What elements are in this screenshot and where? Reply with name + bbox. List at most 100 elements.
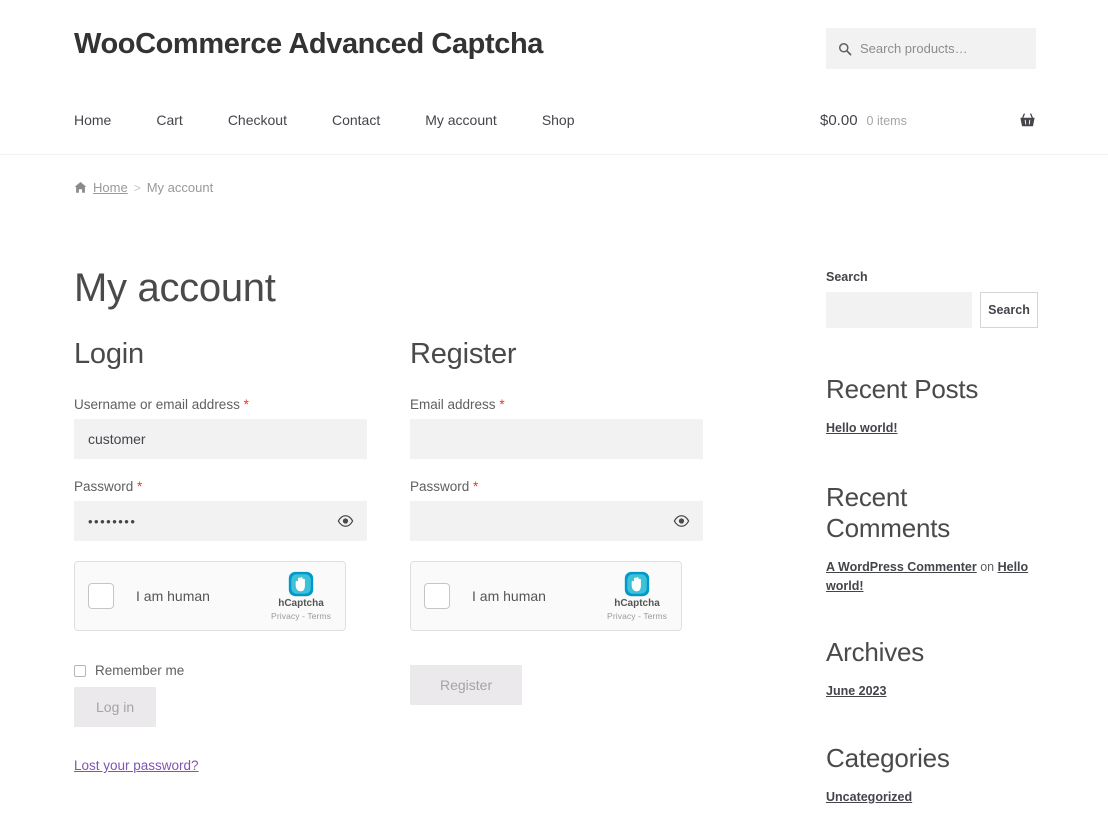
eye-icon[interactable] [673, 513, 690, 530]
remember-me-checkbox[interactable] [74, 664, 86, 677]
recent-comments-list: A WordPress Commenter on Hello world! [826, 558, 1038, 596]
nav-item-shop[interactable]: Shop [542, 112, 575, 128]
eye-icon[interactable] [337, 513, 354, 530]
login-username-input[interactable]: customer [74, 419, 367, 459]
register-password-label: Password * [410, 479, 703, 494]
search-icon [839, 42, 852, 55]
product-search-placeholder: Search products… [860, 41, 968, 56]
widget-archives: Archives June 2023 [826, 637, 1038, 701]
register-email-label: Email address * [410, 397, 703, 412]
widget-categories: Categories Uncategorized [826, 743, 1038, 807]
register-form: Register Email address * Password * I am… [410, 338, 703, 775]
sidebar-search-input[interactable] [826, 292, 972, 328]
breadcrumb-current: My account [146, 180, 214, 195]
list-item: Uncategorized [826, 788, 1038, 807]
required-asterisk: * [137, 479, 143, 494]
header-divider [0, 154, 1108, 155]
hcaptcha-hand-icon [288, 571, 314, 597]
widget-recent-comments: Recent Comments A WordPress Commenter on… [826, 482, 1038, 596]
login-button[interactable]: Log in [74, 687, 157, 727]
login-username-value: customer [88, 431, 146, 447]
hcaptcha-checkbox[interactable] [424, 583, 450, 609]
login-password-label-text: Password [74, 479, 134, 494]
login-username-label-text: Username or email address [74, 397, 240, 412]
recent-posts-list: Hello world! [826, 419, 1038, 438]
register-email-input[interactable] [410, 419, 703, 459]
register-heading: Register [410, 338, 517, 370]
login-form: Login Username or email address * custom… [74, 338, 367, 775]
nav-item-my-account[interactable]: My account [425, 112, 497, 128]
breadcrumb: Home > My account [74, 180, 213, 195]
sidebar: Search Search Recent Posts Hello world! … [826, 270, 1038, 839]
login-hcaptcha-widget[interactable]: I am human hCaptcha Privacy - Terms [74, 561, 346, 631]
page-title: My account [74, 266, 276, 310]
list-item: Hello world! [826, 419, 1038, 438]
hcaptcha-branding: hCaptcha Privacy - Terms [606, 571, 668, 621]
list-item: A WordPress Commenter on Hello world! [826, 558, 1038, 596]
required-asterisk: * [473, 479, 479, 494]
home-icon [74, 181, 87, 193]
lost-password-link[interactable]: Lost your password? [74, 758, 199, 773]
recent-posts-title: Recent Posts [826, 374, 979, 404]
cart-item-count: 0 items [866, 114, 907, 128]
register-email-field: Email address * [410, 397, 703, 459]
register-button[interactable]: Register [410, 665, 523, 705]
register-email-label-text: Email address [410, 397, 496, 412]
cart-total: $0.00 [820, 112, 858, 129]
hcaptcha-terms[interactable]: Privacy - Terms [270, 611, 332, 621]
widget-recent-posts: Recent Posts Hello world! [826, 374, 1038, 438]
remember-me-label: Remember me [95, 663, 185, 678]
login-heading: Login [74, 338, 144, 370]
cart-amounts: $0.00 0 items [820, 112, 907, 129]
hcaptcha-brand-name: hCaptcha [614, 598, 660, 609]
breadcrumb-separator: > [133, 180, 141, 195]
login-password-value: •••••••• [88, 513, 137, 529]
hcaptcha-label: I am human [472, 588, 546, 604]
page-root: WooCommerce Advanced Captcha Search prod… [0, 0, 1108, 804]
widget-search: Search Search [826, 270, 1038, 328]
account-forms: Login Username or email address * custom… [74, 338, 789, 775]
register-hcaptcha-widget[interactable]: I am human hCaptcha Privacy - Terms [410, 561, 682, 631]
remember-me-row[interactable]: Remember me [74, 663, 367, 678]
categories-title: Categories [826, 743, 950, 773]
register-password-input[interactable] [410, 501, 703, 541]
main-content: My account Login Username or email addre… [74, 266, 789, 775]
recent-post-link[interactable]: Hello world! [826, 421, 898, 435]
register-password-field: Password * [410, 479, 703, 541]
archives-list: June 2023 [826, 682, 1038, 701]
login-password-field: Password * •••••••• [74, 479, 367, 541]
hcaptcha-hand-icon [624, 571, 650, 597]
login-password-label: Password * [74, 479, 367, 494]
login-username-label: Username or email address * [74, 397, 367, 412]
sidebar-search-button[interactable]: Search [980, 292, 1038, 328]
login-password-input[interactable]: •••••••• [74, 501, 367, 541]
comment-connector: on [980, 559, 995, 574]
nav-item-cart[interactable]: Cart [156, 112, 182, 128]
register-password-label-text: Password [410, 479, 470, 494]
sidebar-search-row: Search [826, 292, 1038, 328]
hcaptcha-label: I am human [136, 588, 210, 604]
required-asterisk: * [499, 397, 505, 412]
cart-summary[interactable]: $0.00 0 items [820, 112, 1036, 129]
site-header: WooCommerce Advanced Captcha Search prod… [0, 0, 1108, 155]
comment-author-link[interactable]: A WordPress Commenter [826, 560, 977, 574]
main-navigation: Home Cart Checkout Contact My account Sh… [74, 112, 575, 128]
nav-item-contact[interactable]: Contact [332, 112, 380, 128]
hcaptcha-terms[interactable]: Privacy - Terms [606, 611, 668, 621]
hcaptcha-checkbox[interactable] [88, 583, 114, 609]
sidebar-search-label: Search [826, 270, 868, 284]
hcaptcha-brand-name: hCaptcha [278, 598, 324, 609]
hcaptcha-branding: hCaptcha Privacy - Terms [270, 571, 332, 621]
category-link[interactable]: Uncategorized [826, 790, 912, 804]
breadcrumb-home-link[interactable]: Home [93, 180, 128, 195]
product-search-input[interactable]: Search products… [826, 28, 1036, 69]
nav-item-checkout[interactable]: Checkout [228, 112, 287, 128]
nav-item-home[interactable]: Home [74, 112, 111, 128]
recent-comments-title: Recent Comments [826, 481, 951, 543]
shopping-basket-icon[interactable] [1019, 112, 1036, 129]
site-title: WooCommerce Advanced Captcha [74, 28, 544, 60]
archive-link[interactable]: June 2023 [826, 684, 886, 698]
categories-list: Uncategorized [826, 788, 1038, 807]
required-asterisk: * [243, 397, 249, 412]
list-item: June 2023 [826, 682, 1038, 701]
